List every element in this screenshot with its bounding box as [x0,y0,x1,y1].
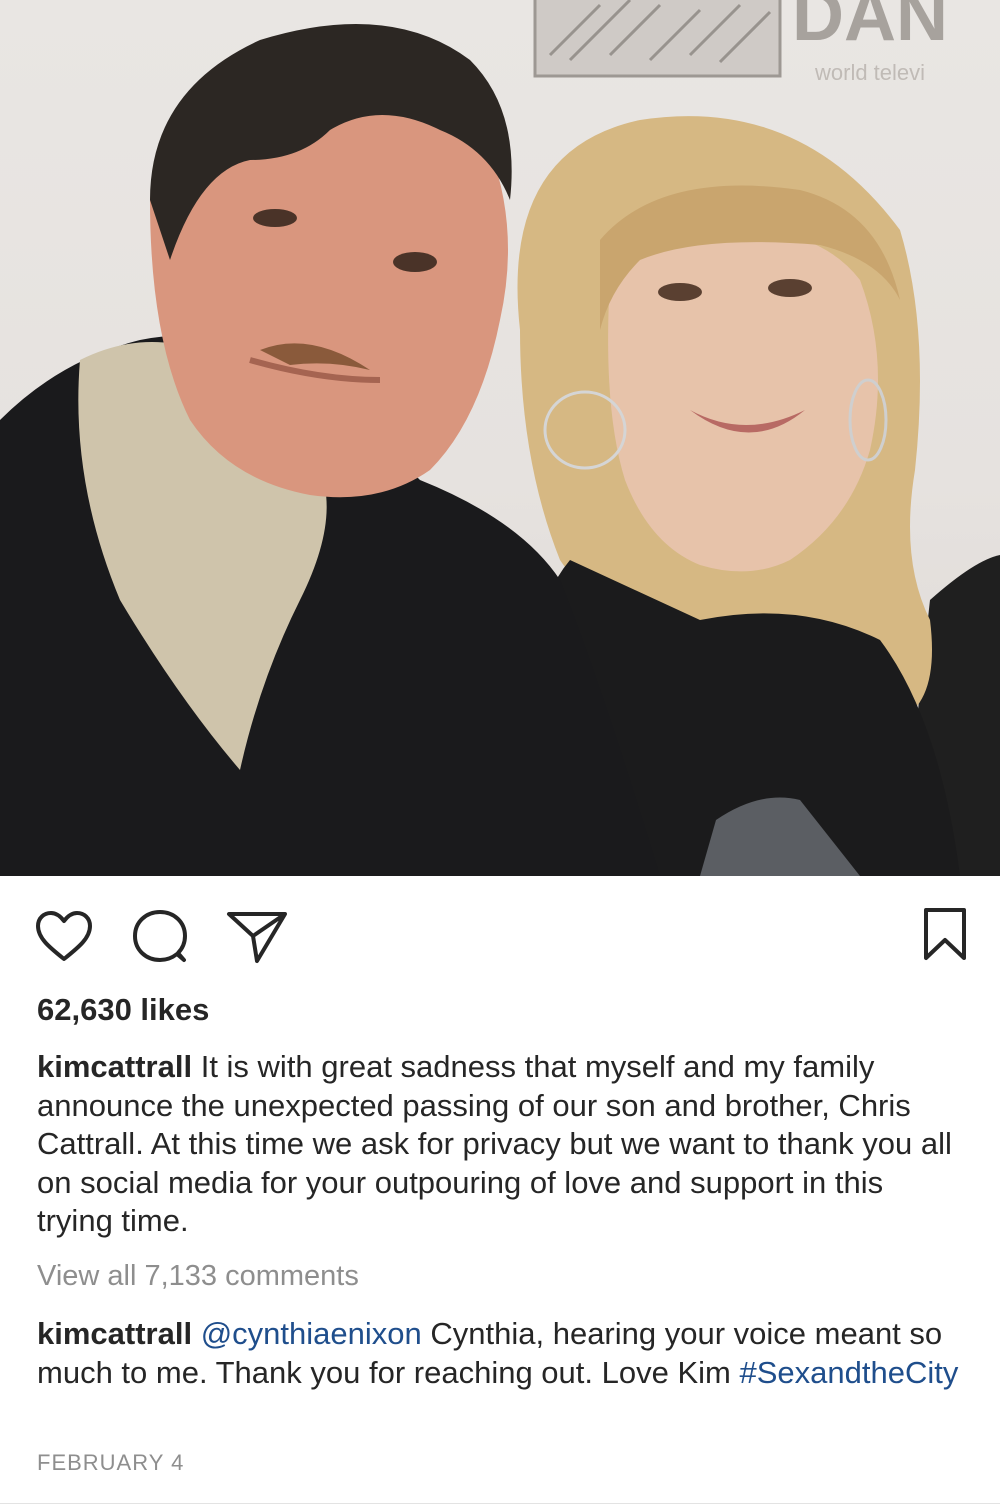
comment-mention-link[interactable]: @cynthiaenixon [201,1316,422,1351]
heart-icon[interactable] [35,910,93,962]
post-date: FEBRUARY 4 [37,1450,185,1475]
post-photo-illustration: DAN world televi [0,0,1000,876]
comment-item: kimcattrall @cynthiaenixon Cynthia, hear… [37,1315,967,1392]
comment-username[interactable]: kimcattrall [37,1316,192,1351]
post-caption: kimcattrall It is with great sadness tha… [37,1048,967,1241]
comment-icon[interactable] [131,908,189,966]
post-photo[interactable]: DAN world televi [0,0,1000,876]
view-all-comments-link[interactable]: View all 7,133 comments [37,1260,359,1293]
comment-hashtag-link[interactable]: #SexandtheCity [739,1355,958,1390]
backdrop-logo-text: DAN [792,0,948,56]
caption-username[interactable]: kimcattrall [37,1049,192,1084]
paper-plane-icon[interactable] [226,910,288,964]
divider [0,1503,1000,1504]
backdrop-logo-subtext: world televi [814,60,925,85]
bookmark-icon[interactable] [922,906,968,962]
action-bar [0,876,1000,996]
likes-count[interactable]: 62,630 likes [37,992,209,1028]
